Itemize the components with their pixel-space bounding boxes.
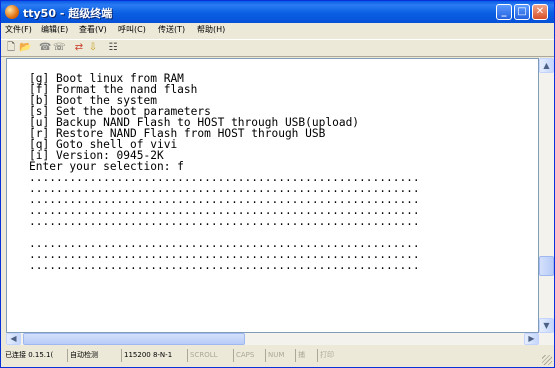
title-bar[interactable]: tty50 - 超级终端 _ □ ✕ bbox=[1, 1, 554, 23]
close-button[interactable]: ✕ bbox=[532, 4, 548, 20]
new-icon[interactable]: 🗋 bbox=[5, 42, 17, 54]
terminal-line: ........................................… bbox=[29, 259, 420, 272]
disconnect-icon[interactable]: ☎ bbox=[39, 42, 51, 54]
scroll-down-button[interactable]: ▼ bbox=[539, 318, 554, 333]
status-num: NUM bbox=[265, 349, 293, 362]
status-connection: 已连接 0.15.1( bbox=[5, 351, 54, 359]
status-scroll: SCROLL bbox=[187, 349, 231, 362]
maximize-button[interactable]: □ bbox=[514, 4, 530, 20]
scroll-left-button[interactable]: ◀ bbox=[6, 333, 21, 345]
send-icon[interactable]: ⇄ bbox=[73, 42, 85, 54]
toolbar: 🗋 📂 ☎ ☏ ⇄ ⇩ ☷ bbox=[1, 39, 554, 57]
vertical-scrollbar[interactable]: ▲ ▼ bbox=[539, 58, 554, 333]
properties-icon[interactable]: ☷ bbox=[107, 42, 119, 54]
minimize-button[interactable]: _ bbox=[496, 4, 512, 20]
connect-icon[interactable]: ☏ bbox=[53, 42, 66, 54]
terminal-screen[interactable]: [g] Boot linux from RAM [f] Format the na… bbox=[6, 58, 539, 333]
status-port-settings: 115200 8-N-1 bbox=[121, 349, 185, 362]
status-bar: 已连接 0.15.1( 自动检测 115200 8-N-1 SCROLL CAP… bbox=[1, 346, 554, 367]
menu-call[interactable]: 呼叫(C) bbox=[118, 24, 146, 35]
horizontal-scrollbar[interactable]: ◀ ▶ bbox=[6, 333, 554, 345]
status-capture: 捕 bbox=[295, 349, 315, 362]
menu-transfer[interactable]: 传送(T) bbox=[158, 24, 185, 35]
window-title: tty50 - 超级终端 bbox=[23, 7, 113, 20]
menu-file[interactable]: 文件(F) bbox=[5, 24, 32, 35]
menu-bar: 文件(F) 编辑(E) 查看(V) 呼叫(C) 传送(T) 帮助(H) bbox=[1, 23, 554, 39]
receive-icon[interactable]: ⇩ bbox=[87, 42, 99, 54]
terminal-output: [g] Boot linux from RAM [f] Format the na… bbox=[29, 62, 420, 293]
hyperterminal-window: tty50 - 超级终端 _ □ ✕ 文件(F) 编辑(E) 查看(V) 呼叫(… bbox=[0, 0, 555, 368]
menu-help[interactable]: 帮助(H) bbox=[197, 24, 225, 35]
menu-edit[interactable]: 编辑(E) bbox=[41, 24, 68, 35]
hyperterminal-app-icon[interactable] bbox=[5, 5, 19, 19]
scroll-right-button[interactable]: ▶ bbox=[524, 333, 539, 345]
open-icon[interactable]: 📂 bbox=[19, 42, 31, 54]
vertical-scroll-thumb[interactable] bbox=[539, 256, 554, 276]
status-print: 打印 bbox=[317, 349, 347, 362]
menu-view[interactable]: 查看(V) bbox=[79, 24, 107, 35]
status-detect: 自动检测 bbox=[67, 349, 119, 362]
terminal-line: ........................................… bbox=[29, 215, 420, 228]
resize-grip[interactable] bbox=[542, 355, 552, 365]
scroll-up-button[interactable]: ▲ bbox=[539, 58, 554, 73]
horizontal-scroll-thumb[interactable] bbox=[23, 333, 245, 345]
status-caps: CAPS bbox=[233, 349, 263, 362]
